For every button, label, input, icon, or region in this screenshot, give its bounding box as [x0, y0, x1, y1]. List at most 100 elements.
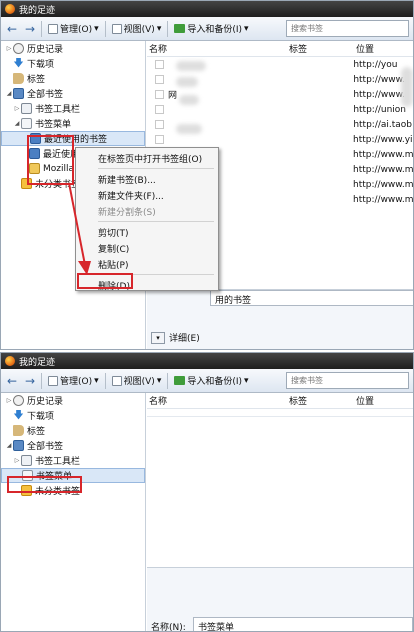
title-bar: 我的足迹 — [1, 1, 413, 17]
unsorted-bookmarks-icon — [21, 485, 32, 496]
organize-icon — [48, 375, 58, 386]
bookmark-name-cell — [147, 60, 286, 69]
tree-item-bookmarks-menu[interactable]: ◢ 书签菜单 — [1, 116, 145, 131]
name-field-label: 名称(N): — [151, 623, 186, 632]
view-menu-button[interactable]: 视图(V) ▾ — [110, 20, 164, 38]
annotation-arrow-head — [78, 261, 91, 275]
bookmark-location-cell: http://www.mo — [353, 149, 413, 160]
bookmark-name-cell — [147, 135, 286, 144]
firefox-icon — [5, 356, 15, 366]
library-window-top: 我的足迹 ← → 管理(O)▾ 视图(V)▾ 导入和备份(I)▾ ▷历史记录 🡇… — [0, 0, 414, 350]
tree-item-downloads[interactable]: 🡇 下载项 — [1, 56, 145, 71]
toolbar-separator — [41, 372, 42, 389]
toolbar-folder-icon — [21, 103, 32, 114]
favicon-icon — [155, 135, 164, 144]
toolbar-folder-icon — [21, 455, 32, 466]
search-bookmarks-input[interactable] — [286, 20, 409, 37]
unsorted-bookmarks-icon — [21, 178, 32, 189]
tree-item-recent-bookmarks[interactable]: 最近使用的书签 — [1, 131, 145, 146]
forward-button[interactable]: → — [23, 22, 37, 36]
tree-item-bookmarks-toolbar[interactable]: ▷ 书签工具栏 — [1, 101, 145, 116]
favicon-icon — [155, 105, 164, 114]
menu-separator — [98, 168, 214, 169]
column-header-name[interactable]: 名称 — [147, 394, 287, 407]
forward-button[interactable]: → — [23, 374, 37, 388]
manage-menu-button[interactable]: 管理(O) ▾ — [46, 372, 101, 390]
import-icon — [174, 376, 186, 385]
tree-item-history[interactable]: ▷ 历史记录 — [1, 41, 145, 56]
view-icon — [111, 375, 122, 386]
back-button[interactable]: ← — [5, 374, 19, 388]
context-menu-item[interactable]: 删除(D) — [76, 277, 218, 293]
empty-list-row — [147, 409, 413, 417]
tree-item-all-bookmarks[interactable]: ◢ 全部书签 — [1, 438, 145, 453]
context-menu-item[interactable]: 新建文件夹(F)... — [76, 187, 218, 203]
column-header-tags[interactable]: 标签 — [287, 42, 354, 55]
name-field[interactable]: 用的书签 — [210, 290, 413, 306]
name-field[interactable]: 书签菜单 — [193, 617, 413, 631]
title-bar: 我的足迹 — [1, 353, 413, 369]
bookmark-location-cell: http://www.mo — [353, 194, 413, 205]
bookmarks-book-icon — [13, 88, 24, 99]
manage-menu-button[interactable]: 管理(O) ▾ — [46, 20, 101, 38]
menu-folder-icon — [22, 470, 33, 481]
clock-icon — [13, 395, 24, 406]
smart-folder-icon — [29, 148, 40, 159]
favicon-icon — [155, 120, 164, 129]
redaction-blur — [179, 95, 199, 105]
import-backup-menu-button[interactable]: 导入和备份(I) ▾ — [172, 372, 250, 390]
download-arrow-icon: 🡇 — [13, 58, 24, 69]
bookmark-name-cell — [147, 105, 286, 114]
redaction-blur — [176, 77, 198, 87]
import-icon — [174, 24, 186, 33]
context-menu-item[interactable]: 剪切(T) — [76, 224, 218, 240]
folder-icon — [29, 163, 40, 174]
bookmark-name-cell — [147, 75, 286, 84]
download-arrow-icon: 🡇 — [13, 410, 24, 421]
import-backup-menu-button[interactable]: 导入和备份(I) ▾ — [172, 20, 250, 38]
annotation-arrow-shaft — [68, 182, 86, 266]
view-menu-button[interactable]: 视图(V) ▾ — [110, 372, 164, 390]
annotation-arrow — [68, 182, 91, 275]
bookmark-name-cell — [147, 120, 286, 129]
tree-item-unsorted[interactable]: 未分类书签 — [1, 483, 145, 498]
column-header-location[interactable]: 位置 — [354, 42, 374, 55]
tree-item-bookmarks-menu[interactable]: 书签菜单 — [1, 468, 145, 483]
column-header-tags[interactable]: 标签 — [287, 394, 354, 407]
toolbar-separator — [167, 372, 169, 389]
menu-folder-icon — [21, 118, 32, 129]
tag-icon — [13, 73, 24, 84]
context-menu-item[interactable]: 新建书签(B)... — [76, 171, 218, 187]
toolbar-separator — [104, 372, 106, 389]
toolbar-separator — [167, 20, 169, 37]
context-menu-item[interactable]: 复制(C) — [76, 240, 218, 256]
library-toolbar: ← → 管理(O) ▾ 视图(V) ▾ 导入和备份(I) ▾ — [1, 17, 413, 41]
search-bookmarks-input[interactable] — [286, 372, 409, 389]
column-header-location[interactable]: 位置 — [354, 394, 374, 407]
details-pane: 名称(N): 书签菜单 — [147, 567, 413, 632]
table-row[interactable]: http://www.yih — [147, 132, 413, 147]
redaction-blur — [401, 67, 413, 107]
details-pane: 用的书签 ▾ 详细(E) — [147, 289, 413, 349]
tree-item-bookmarks-toolbar[interactable]: ▷ 书签工具栏 — [1, 453, 145, 468]
context-menu-item[interactable]: 粘贴(P) — [76, 256, 218, 272]
context-menu-item[interactable]: 在标签页中打开书签组(O) — [76, 150, 218, 166]
menu-separator — [98, 221, 214, 222]
back-button[interactable]: ← — [5, 22, 19, 36]
column-header-name[interactable]: 名称 — [147, 42, 287, 55]
tree-item-tags[interactable]: 标签 — [1, 423, 145, 438]
tree-item-tags[interactable]: 标签 — [1, 71, 145, 86]
list-header: 名称 标签 位置 — [147, 41, 413, 57]
chevron-down-icon: ▾ — [151, 331, 165, 344]
tree-item-history[interactable]: ▷ 历史记录 — [1, 393, 145, 408]
library-window-bottom: 我的足迹 ← → 管理(O)▾ 视图(V)▾ 导入和备份(I)▾ ▷历史记录 🡇… — [0, 352, 414, 632]
bookmark-location-cell: http://ai.taob — [353, 119, 413, 130]
list-header: 名称 标签 位置 — [147, 393, 413, 409]
toolbar-separator — [104, 20, 106, 37]
tree-item-all-bookmarks[interactable]: ◢ 全部书签 — [1, 86, 145, 101]
toggle-details-button[interactable]: ▾ 详细(E) — [151, 331, 200, 344]
redaction-blur — [176, 61, 206, 71]
firefox-icon — [5, 4, 15, 14]
tree-item-downloads[interactable]: 🡇 下载项 — [1, 408, 145, 423]
redaction-blur — [176, 124, 202, 134]
